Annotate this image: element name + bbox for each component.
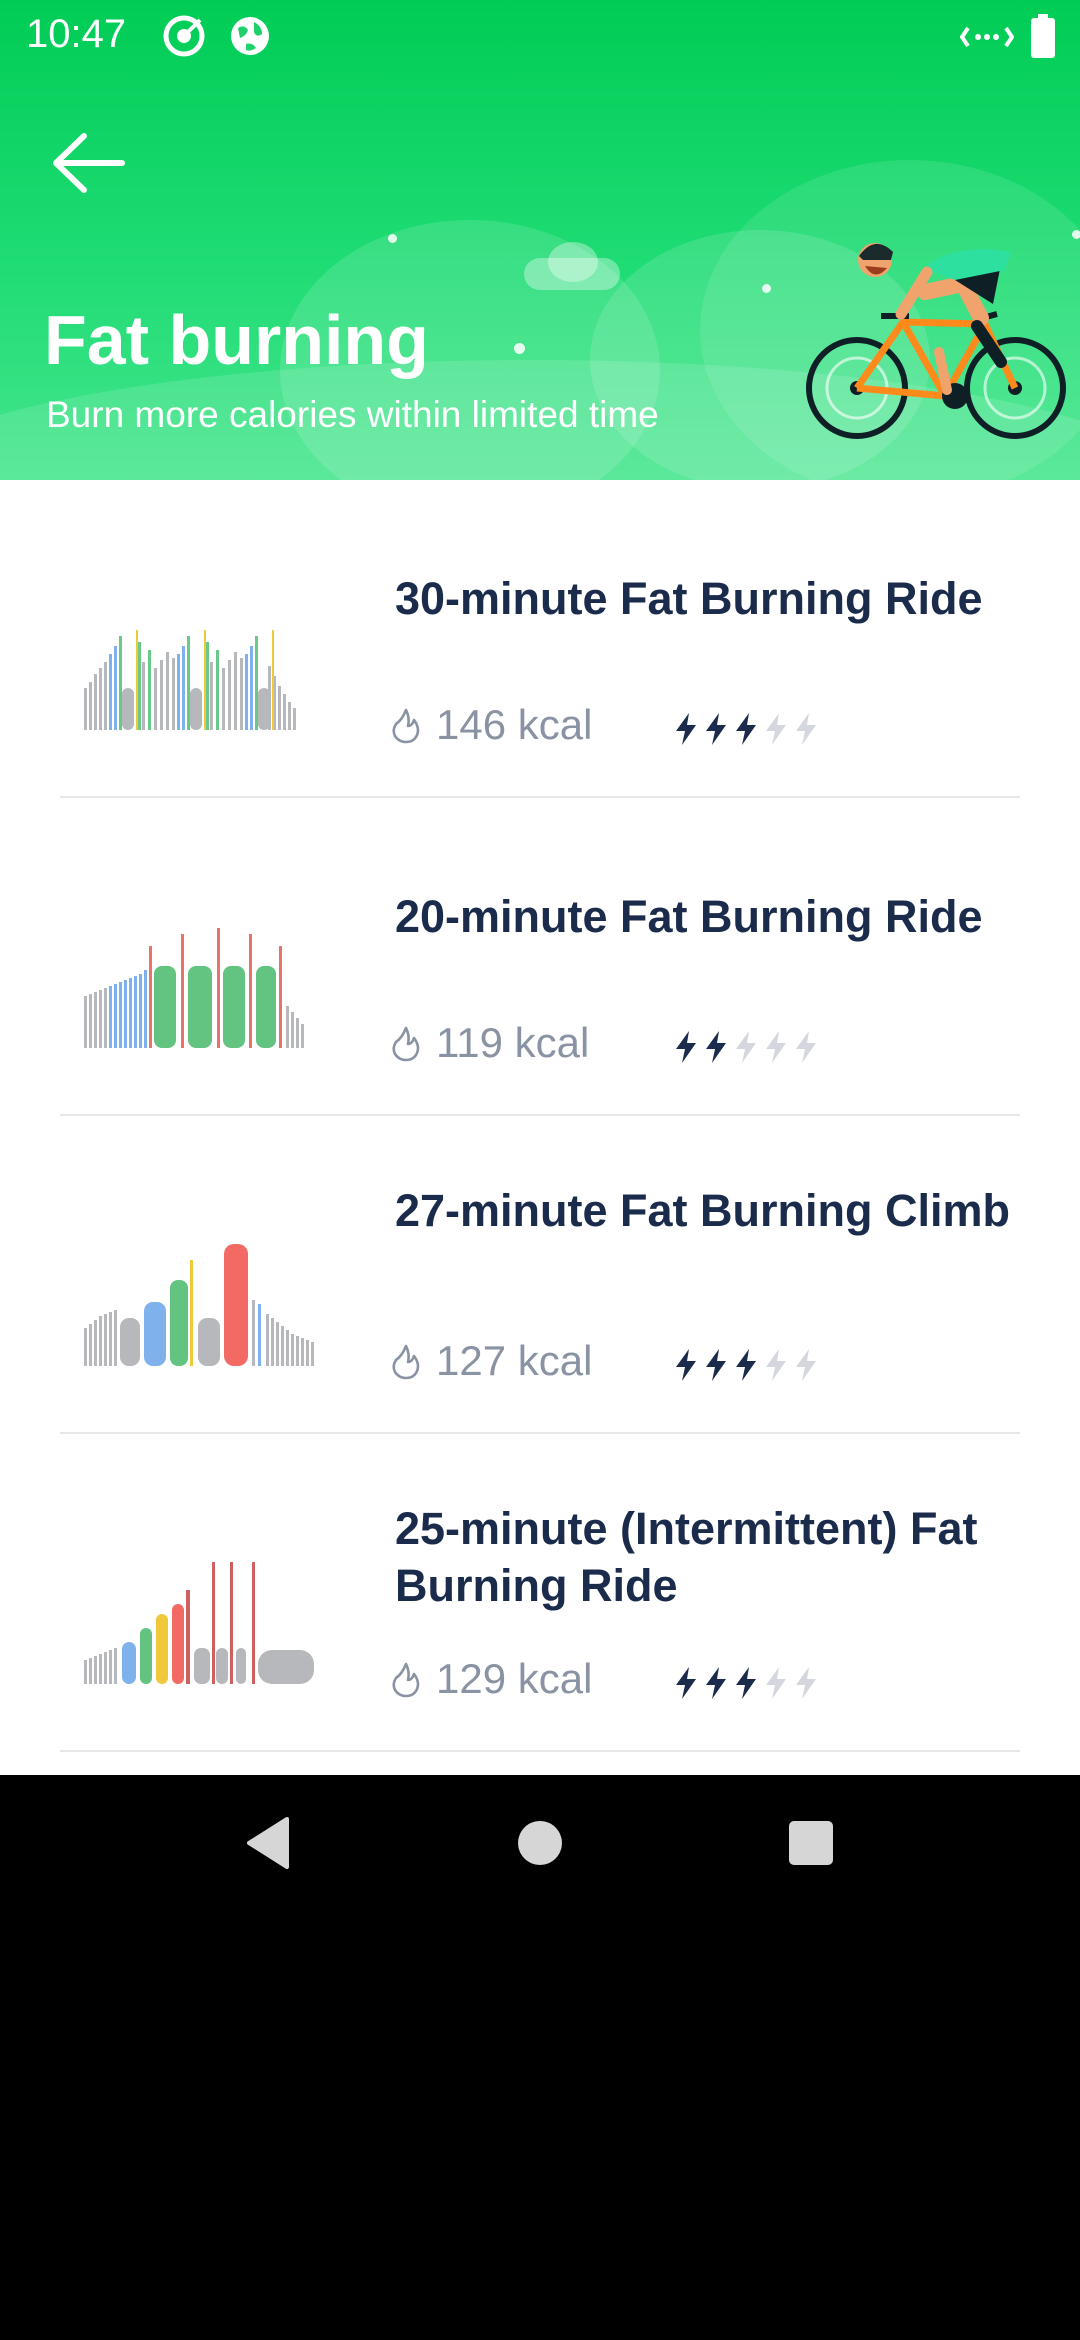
bolt-icon xyxy=(796,1031,816,1063)
back-triangle-icon[interactable] xyxy=(243,1815,293,1871)
bolt-icon xyxy=(676,713,696,745)
workout-item[interactable]: 20-minute Fat Burning Ride 119 kcal xyxy=(0,798,1080,1116)
workout-intensity-chart-thumbnail xyxy=(84,630,296,730)
calories: 119 kcal xyxy=(390,1016,589,1070)
bolt-icon xyxy=(796,713,816,745)
page-title: Fat burning xyxy=(44,301,429,379)
bolt-icon xyxy=(706,1349,726,1381)
bolt-icon xyxy=(736,1031,756,1063)
page-subtitle: Burn more calories within limited time xyxy=(46,394,659,435)
flame-icon xyxy=(392,1344,420,1380)
calories-value: 127 kcal xyxy=(436,1337,593,1384)
target-icon xyxy=(163,15,205,57)
intensity-rating xyxy=(673,1030,819,1064)
bolt-icon xyxy=(706,713,726,745)
divider xyxy=(60,1750,1020,1752)
status-bar: 10:47 xyxy=(0,0,1080,72)
battery-icon xyxy=(1031,14,1055,58)
status-time: 10:47 xyxy=(26,12,127,56)
workout-item[interactable]: 27-minute Fat Burning Climb 127 kcal xyxy=(0,1116,1080,1434)
bolt-icon xyxy=(766,1031,786,1063)
workout-title: 25-minute (Intermittent) Fat Burning Rid… xyxy=(395,1503,978,1611)
cyclist-illustration xyxy=(806,243,1066,439)
calories: 146 kcal xyxy=(390,698,592,752)
flame-icon xyxy=(392,1662,420,1698)
workout-intensity-chart-thumbnail xyxy=(84,1244,314,1366)
calories-value: 119 kcal xyxy=(436,1019,590,1066)
globe-icon xyxy=(231,17,269,55)
bolt-icon xyxy=(766,1349,786,1381)
bolt-icon xyxy=(796,1667,816,1699)
workout-title: 30-minute Fat Burning Ride xyxy=(395,573,983,624)
workout-intensity-chart-thumbnail xyxy=(84,928,304,1048)
bolt-icon xyxy=(766,713,786,745)
flame-icon xyxy=(392,1026,420,1062)
workout-intensity-chart-thumbnail xyxy=(84,1562,314,1684)
header-banner: 10:47 Fat burning Burn more calories wit… xyxy=(0,0,1080,480)
workout-title: 20-minute Fat Burning Ride xyxy=(395,891,983,942)
workout-item[interactable]: 30-minute Fat Burning Ride 146 kcal xyxy=(0,480,1080,798)
bolt-icon xyxy=(766,1667,786,1699)
intensity-rating xyxy=(673,1348,819,1382)
bolt-icon xyxy=(796,1349,816,1381)
flame-icon xyxy=(392,708,420,744)
bolt-icon xyxy=(676,1667,696,1699)
app-screen: 10:47 Fat burning Burn more calories wit… xyxy=(0,0,1080,1775)
workout-item[interactable]: 25-minute (Intermittent) Fat Burning Rid… xyxy=(0,1434,1080,1752)
bolt-icon xyxy=(706,1667,726,1699)
calories: 129 kcal xyxy=(390,1652,592,1706)
bolt-icon xyxy=(676,1349,696,1381)
calories-value: 146 kcal xyxy=(436,701,593,748)
intensity-rating xyxy=(673,712,819,746)
calories: 127 kcal xyxy=(390,1334,592,1388)
system-nav-bar xyxy=(0,1775,1080,1920)
back-arrow-icon[interactable] xyxy=(50,128,130,198)
home-circle-icon[interactable] xyxy=(516,1815,564,1871)
bolt-icon xyxy=(706,1031,726,1063)
calories-value: 129 kcal xyxy=(436,1655,593,1702)
workout-title: 27-minute Fat Burning Climb xyxy=(395,1185,1011,1236)
bolt-icon xyxy=(736,1349,756,1381)
workout-list: 30-minute Fat Burning Ride 146 kcal 20-m… xyxy=(0,480,1080,1752)
bolt-icon xyxy=(736,713,756,745)
bolt-icon xyxy=(736,1667,756,1699)
intensity-rating xyxy=(673,1666,819,1700)
recents-square-icon[interactable] xyxy=(786,1815,836,1871)
bolt-icon xyxy=(676,1031,696,1063)
signal-icon xyxy=(960,26,1014,48)
